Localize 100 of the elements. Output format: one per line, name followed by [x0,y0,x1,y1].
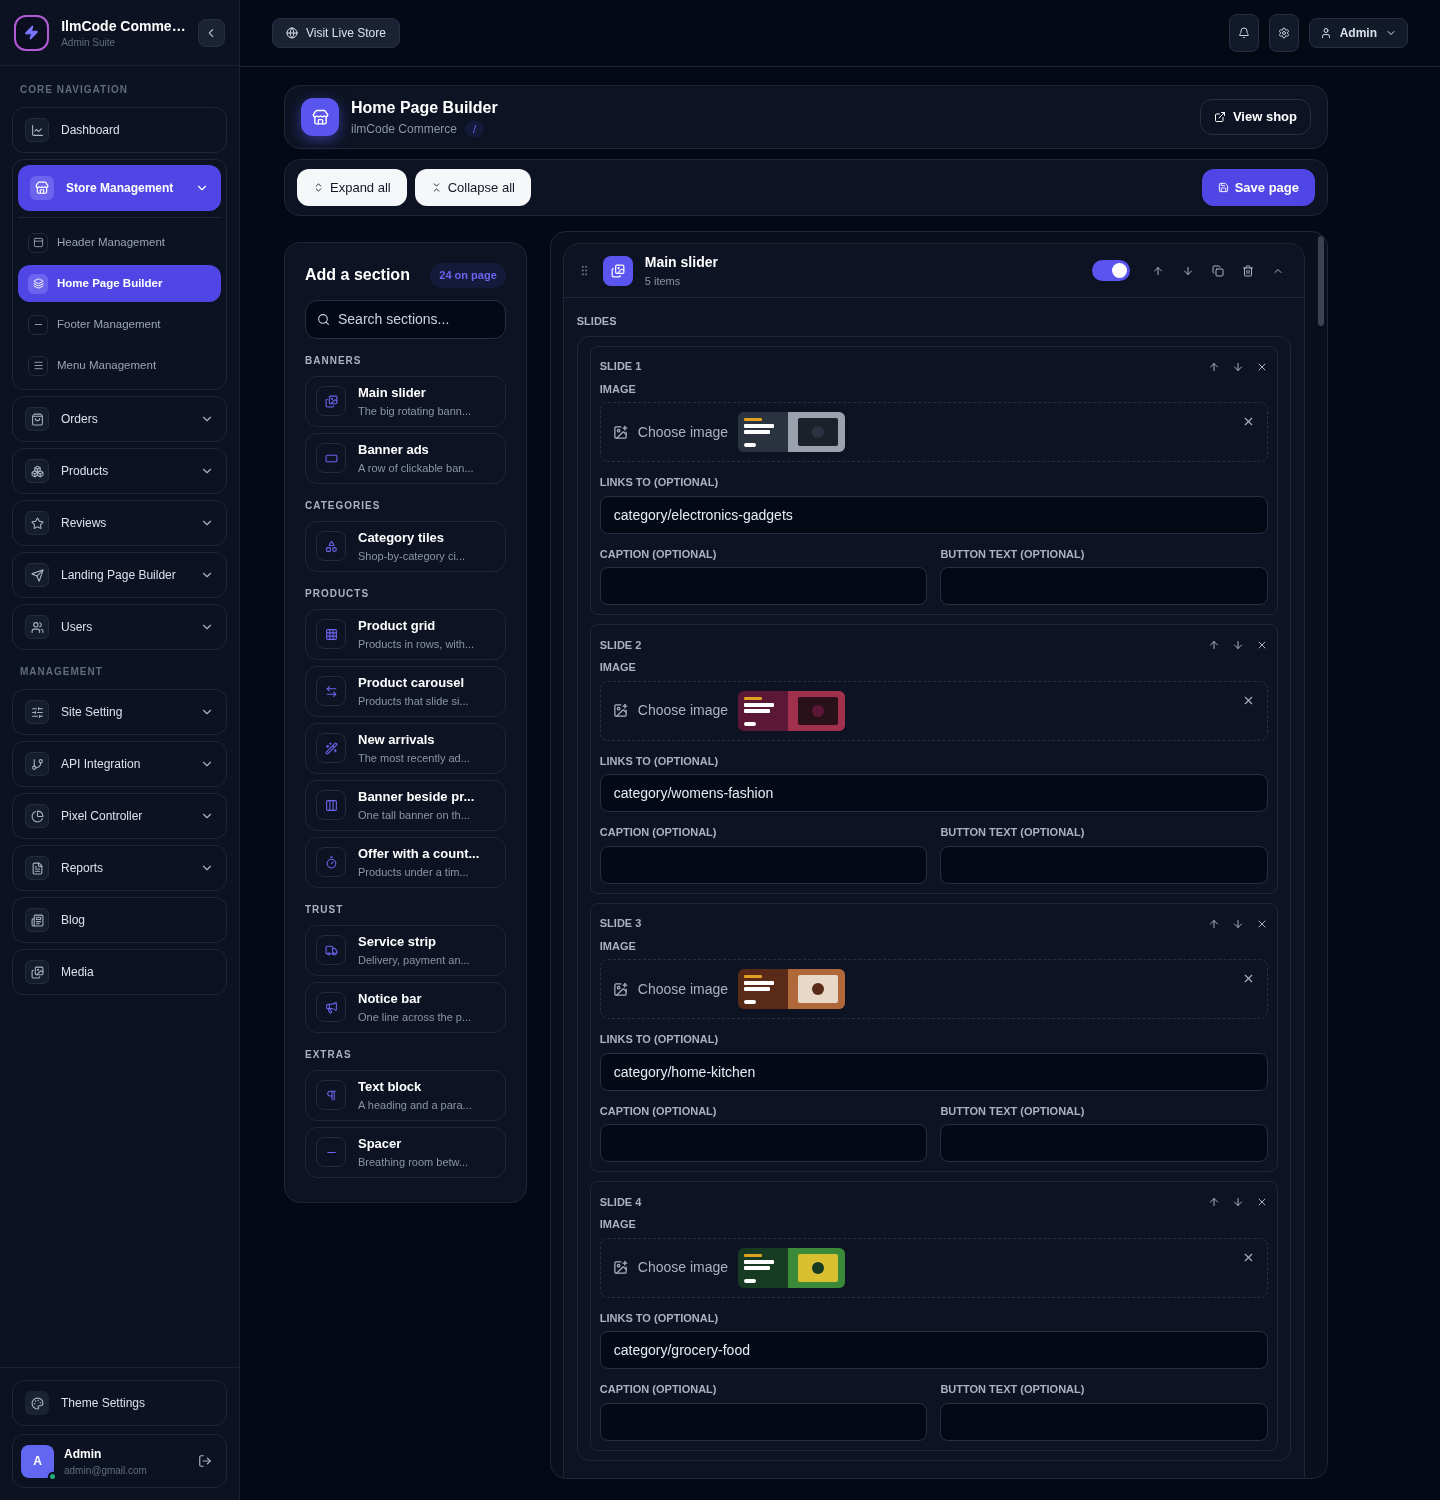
nav-item[interactable]: Dashboard [12,107,227,153]
collapse-all-button[interactable]: Collapse all [414,169,531,206]
field-label: IMAGE [599,938,637,954]
section-title: Banner beside pr... [358,788,475,806]
nav-item[interactable]: Reviews [12,500,227,546]
caption-field[interactable] [599,1124,928,1162]
section-option[interactable]: Main slider The big rotating bann... [305,375,506,427]
delete-button[interactable] [1242,264,1254,277]
close-icon [1242,415,1255,428]
move-down-button[interactable] [1232,917,1244,930]
section-option[interactable]: Service strip Delivery, payment an... [305,924,506,976]
image-dropzone[interactable]: Choose image [599,680,1268,741]
visibility-toggle[interactable] [1092,260,1130,281]
section-option[interactable]: Offer with a count... Products under a tim... [305,836,506,888]
nav-item[interactable]: Reports [12,845,227,891]
slide-label: SLIDE 4 [599,1194,642,1210]
page-icon [28,355,48,376]
caption-field[interactable] [599,1402,928,1441]
arrow-up-icon [1208,639,1220,651]
section-description: Products that slide si... [358,693,469,709]
arrow-up-icon [1208,1196,1220,1208]
sub-nav-item[interactable]: Menu Management [18,347,221,384]
field-label: BUTTON TEXT (OPTIONAL) [940,1103,1086,1119]
user-icon [1319,27,1332,39]
save-page-button[interactable]: Save page [1201,169,1315,206]
move-up-button[interactable] [1208,360,1220,373]
section-description: The big rotating bann... [358,403,472,419]
section-option[interactable]: Banner ads A row of clickable ban... [305,432,506,484]
sub-nav-item[interactable]: Home Page Builder [18,265,221,302]
field-label: BUTTON TEXT (OPTIONAL) [940,825,1086,840]
nav-item[interactable]: API Integration [12,741,227,787]
view-shop-button[interactable]: View shop [1199,99,1311,135]
remove-button[interactable] [1256,639,1268,651]
section-icon [316,619,346,649]
move-up-button[interactable] [1152,264,1164,277]
scrollbar[interactable] [1318,236,1324,326]
arrow-down-icon [1232,360,1244,373]
nav-icon [25,856,49,880]
nav-item[interactable]: Landing Page Builder [12,552,227,598]
field-label: BUTTON TEXT (OPTIONAL) [940,546,1086,562]
move-down-button[interactable] [1232,639,1244,651]
user-email: admin@gmail.com [64,1463,148,1478]
arrow-down-icon [1182,264,1194,277]
panel-title: Add a section [305,265,410,286]
move-down-button[interactable] [1232,360,1244,373]
section-option[interactable]: Banner beside pr... One tall banner on th... [305,779,506,831]
sub-nav-item[interactable]: Footer Management [18,306,221,343]
section-option[interactable]: Text block A heading and a para... [305,1069,506,1121]
image-dropzone[interactable]: Choose image [599,402,1268,462]
caption-field[interactable] [599,567,928,605]
image-dropzone[interactable]: Choose image [599,959,1268,1019]
nav-item[interactable]: Blog [12,897,227,943]
section-icon [316,531,346,561]
section-option[interactable]: Spacer Breathing room betw... [305,1126,506,1178]
nav-item[interactable]: Store Management [18,165,221,211]
nav-item[interactable]: Products [12,448,227,494]
section-description: A heading and a para... [358,1097,472,1113]
arrow-up-icon [1152,264,1164,277]
image-add-icon [612,981,628,997]
link-field[interactable]: category/electronics-gadgets [599,495,1268,534]
section-option[interactable]: New arrivals The most recently ad... [305,722,506,774]
button-text-field[interactable] [940,1124,1268,1162]
link-field[interactable]: category/home-kitchen [599,1052,1268,1091]
expand-all-button[interactable]: Expand all [297,169,407,206]
section-option[interactable]: Product grid Products in rows, with... [305,608,506,660]
section-option[interactable]: Category tiles Shop-by-category ci... [305,520,506,572]
section-description: One tall banner on th... [358,807,471,823]
duplicate-button[interactable] [1212,264,1224,277]
sub-nav-item[interactable]: Header Management [18,224,221,261]
arrow-down-icon [1232,1196,1244,1208]
nav-icon [25,563,49,587]
nav-item[interactable]: Site Setting [12,689,227,735]
clear-image-button[interactable] [1242,415,1255,428]
settings-button[interactable] [1268,14,1299,52]
nav-item[interactable]: Media [12,949,227,995]
account-menu-button[interactable]: Admin [1308,18,1408,48]
visit-store-button[interactable]: Visit Live Store [272,18,400,48]
search-field[interactable]: Search sections... [305,299,506,339]
move-up-button[interactable] [1208,639,1220,651]
theme-settings-button[interactable]: Theme Settings [12,1380,227,1426]
button-text-field[interactable] [940,567,1268,605]
nav-item[interactable]: Users [12,604,227,650]
notifications-button[interactable] [1228,14,1259,52]
move-down-button[interactable] [1232,1196,1244,1208]
image-dropzone[interactable]: Choose image [599,1237,1268,1298]
move-up-button[interactable] [1208,917,1220,930]
caption-field[interactable] [599,845,928,884]
link-field[interactable]: category/grocery-food [599,1331,1268,1369]
button-text-field[interactable] [940,845,1268,884]
clear-image-button[interactable] [1242,972,1255,985]
link-field[interactable]: category/womens-fashion [599,774,1268,812]
remove-button[interactable] [1256,1196,1268,1208]
field-label: LINKS TO (OPTIONAL) [599,753,720,769]
move-down-button[interactable] [1182,264,1194,277]
nav-item[interactable]: Orders [12,396,227,442]
move-up-button[interactable] [1208,1196,1220,1208]
section-option[interactable]: Notice bar One line across the p... [305,981,506,1033]
button-text-field[interactable] [940,1402,1268,1441]
nav-item[interactable]: Pixel Controller [12,793,227,839]
section-option[interactable]: Product carousel Products that slide si... [305,665,506,717]
